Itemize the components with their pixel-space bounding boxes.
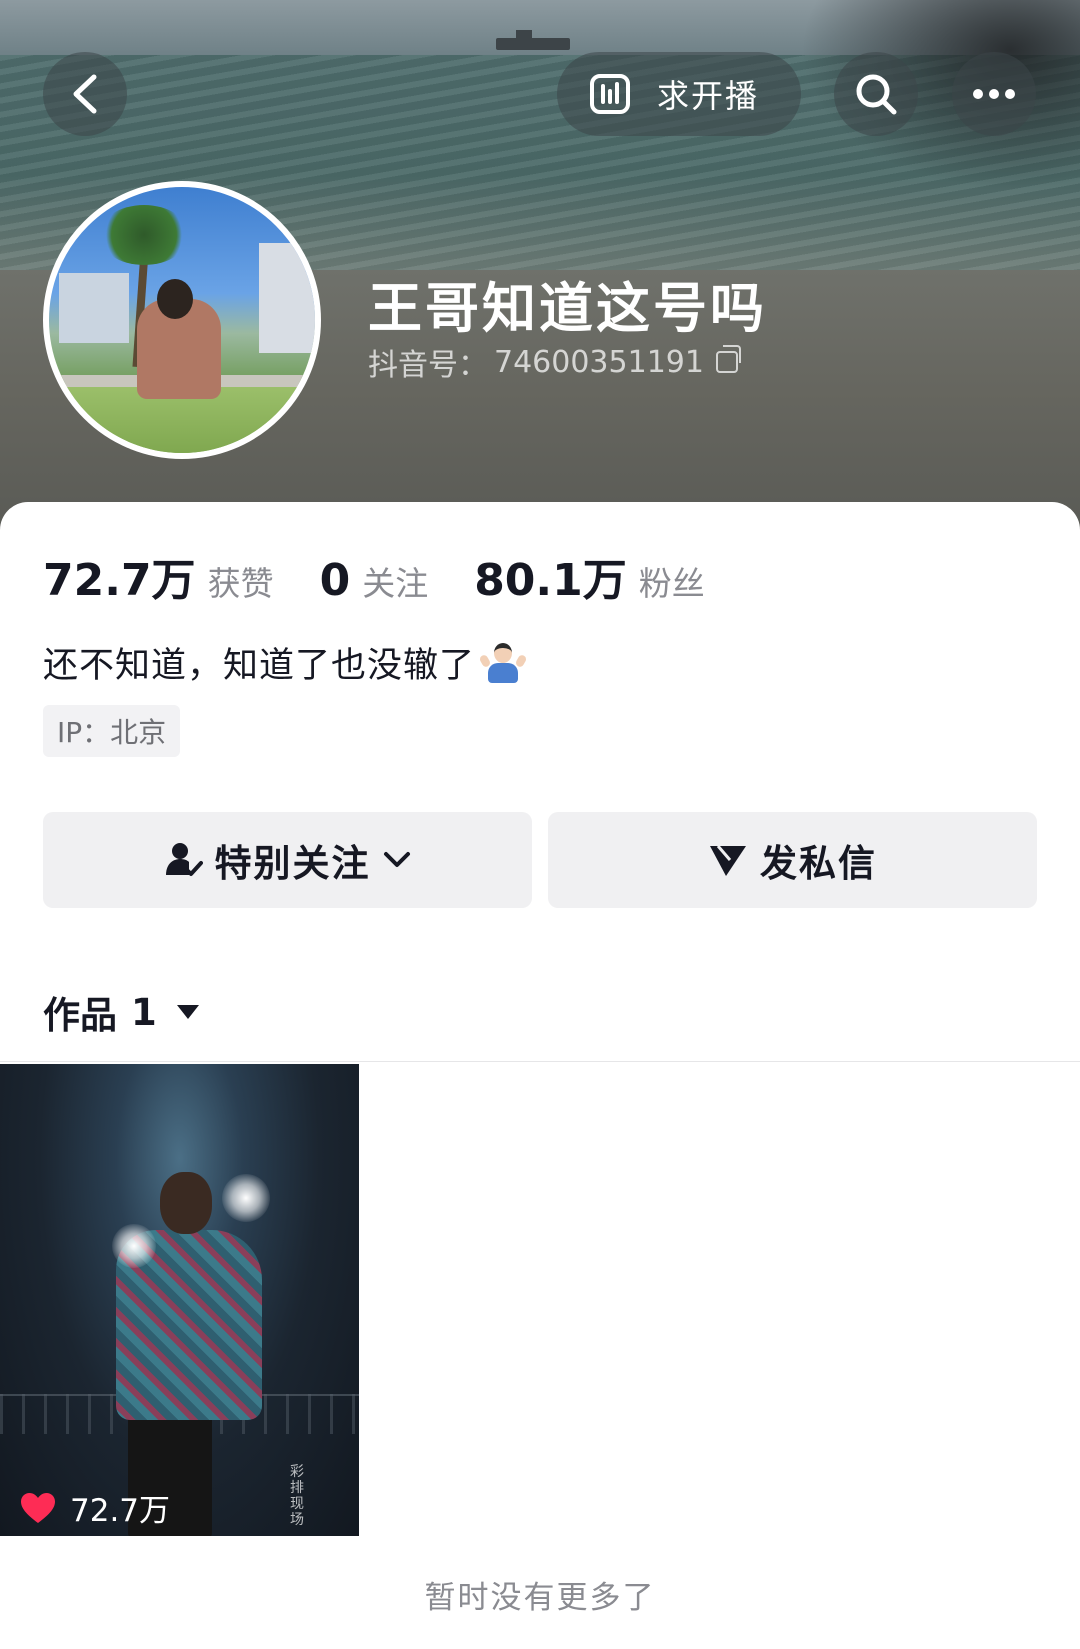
- special-follow-button[interactable]: 特别关注: [43, 812, 532, 908]
- send-message-label: 发私信: [760, 842, 877, 885]
- avatar-palm-top: [99, 205, 189, 265]
- bar-chart-icon: [590, 74, 630, 114]
- request-live-button[interactable]: 求开播: [557, 52, 801, 136]
- stats-row: 72.7万 获赞 0 关注 80.1万 粉丝: [43, 544, 751, 608]
- copy-icon[interactable]: [715, 345, 741, 373]
- douyin-id-value: 74600351191: [494, 344, 704, 380]
- works-tab-label: 作品: [43, 994, 117, 1037]
- bio-text: 还不知道，知道了也没辙了: [43, 646, 476, 686]
- send-icon: [710, 845, 746, 876]
- more-dots-icon: [973, 89, 1015, 99]
- heart-icon: [21, 1492, 55, 1523]
- video-likes-count: 72.7万: [70, 1493, 171, 1529]
- no-more-content-note: 暂时没有更多了: [424, 1580, 656, 1616]
- search-icon: [856, 74, 897, 115]
- stat-followers[interactable]: 80.1万 粉丝: [474, 544, 705, 608]
- caret-down-icon: [176, 1005, 199, 1019]
- ip-location-tag: IP：北京: [43, 705, 181, 757]
- send-message-button[interactable]: 发私信: [548, 812, 1037, 908]
- video-likes: 72.7万: [20, 1485, 170, 1530]
- stat-value: 80.1万: [474, 555, 627, 606]
- stat-value: 72.7万: [43, 555, 196, 606]
- douyin-id-label: 抖音号：: [368, 348, 488, 383]
- douyin-id[interactable]: 抖音号： 74600351191: [368, 340, 741, 384]
- stage-light: [222, 1174, 270, 1222]
- shrug-emoji-icon: [478, 641, 528, 685]
- avatar-building: [259, 243, 315, 353]
- chevron-left-icon: [73, 74, 97, 114]
- avatar-person-head: [157, 279, 193, 319]
- avatar-building: [59, 273, 129, 343]
- stat-label: 粉丝: [638, 564, 705, 603]
- stat-label: 关注: [362, 564, 429, 603]
- back-button[interactable]: [43, 52, 127, 136]
- more-button[interactable]: [952, 52, 1036, 136]
- search-button[interactable]: [834, 52, 918, 136]
- video-watermark: 彩排现场: [290, 1464, 304, 1528]
- banner-ship: [496, 30, 570, 50]
- avatar[interactable]: [43, 181, 321, 459]
- chevron-down-icon: [383, 852, 410, 867]
- request-live-label: 求开播: [657, 77, 760, 115]
- works-tab-count: 1: [131, 990, 157, 1034]
- video-singer-head: [160, 1172, 212, 1234]
- bio: 还不知道，知道了也没辙了: [43, 637, 528, 688]
- stage-light: [112, 1224, 156, 1268]
- divider: [0, 1061, 1080, 1062]
- stat-following[interactable]: 0 关注: [320, 555, 429, 606]
- username: 王哥知道这号吗: [368, 277, 767, 340]
- stat-value: 0: [319, 555, 351, 606]
- special-follow-label: 特别关注: [214, 842, 371, 885]
- stat-likes[interactable]: 72.7万 获赞: [43, 544, 274, 608]
- video-thumbnail[interactable]: 彩排现场: [0, 1064, 359, 1536]
- stat-label: 获赞: [207, 564, 274, 603]
- tab-works[interactable]: 作品 1: [43, 985, 199, 1039]
- user-check-icon: [165, 843, 203, 876]
